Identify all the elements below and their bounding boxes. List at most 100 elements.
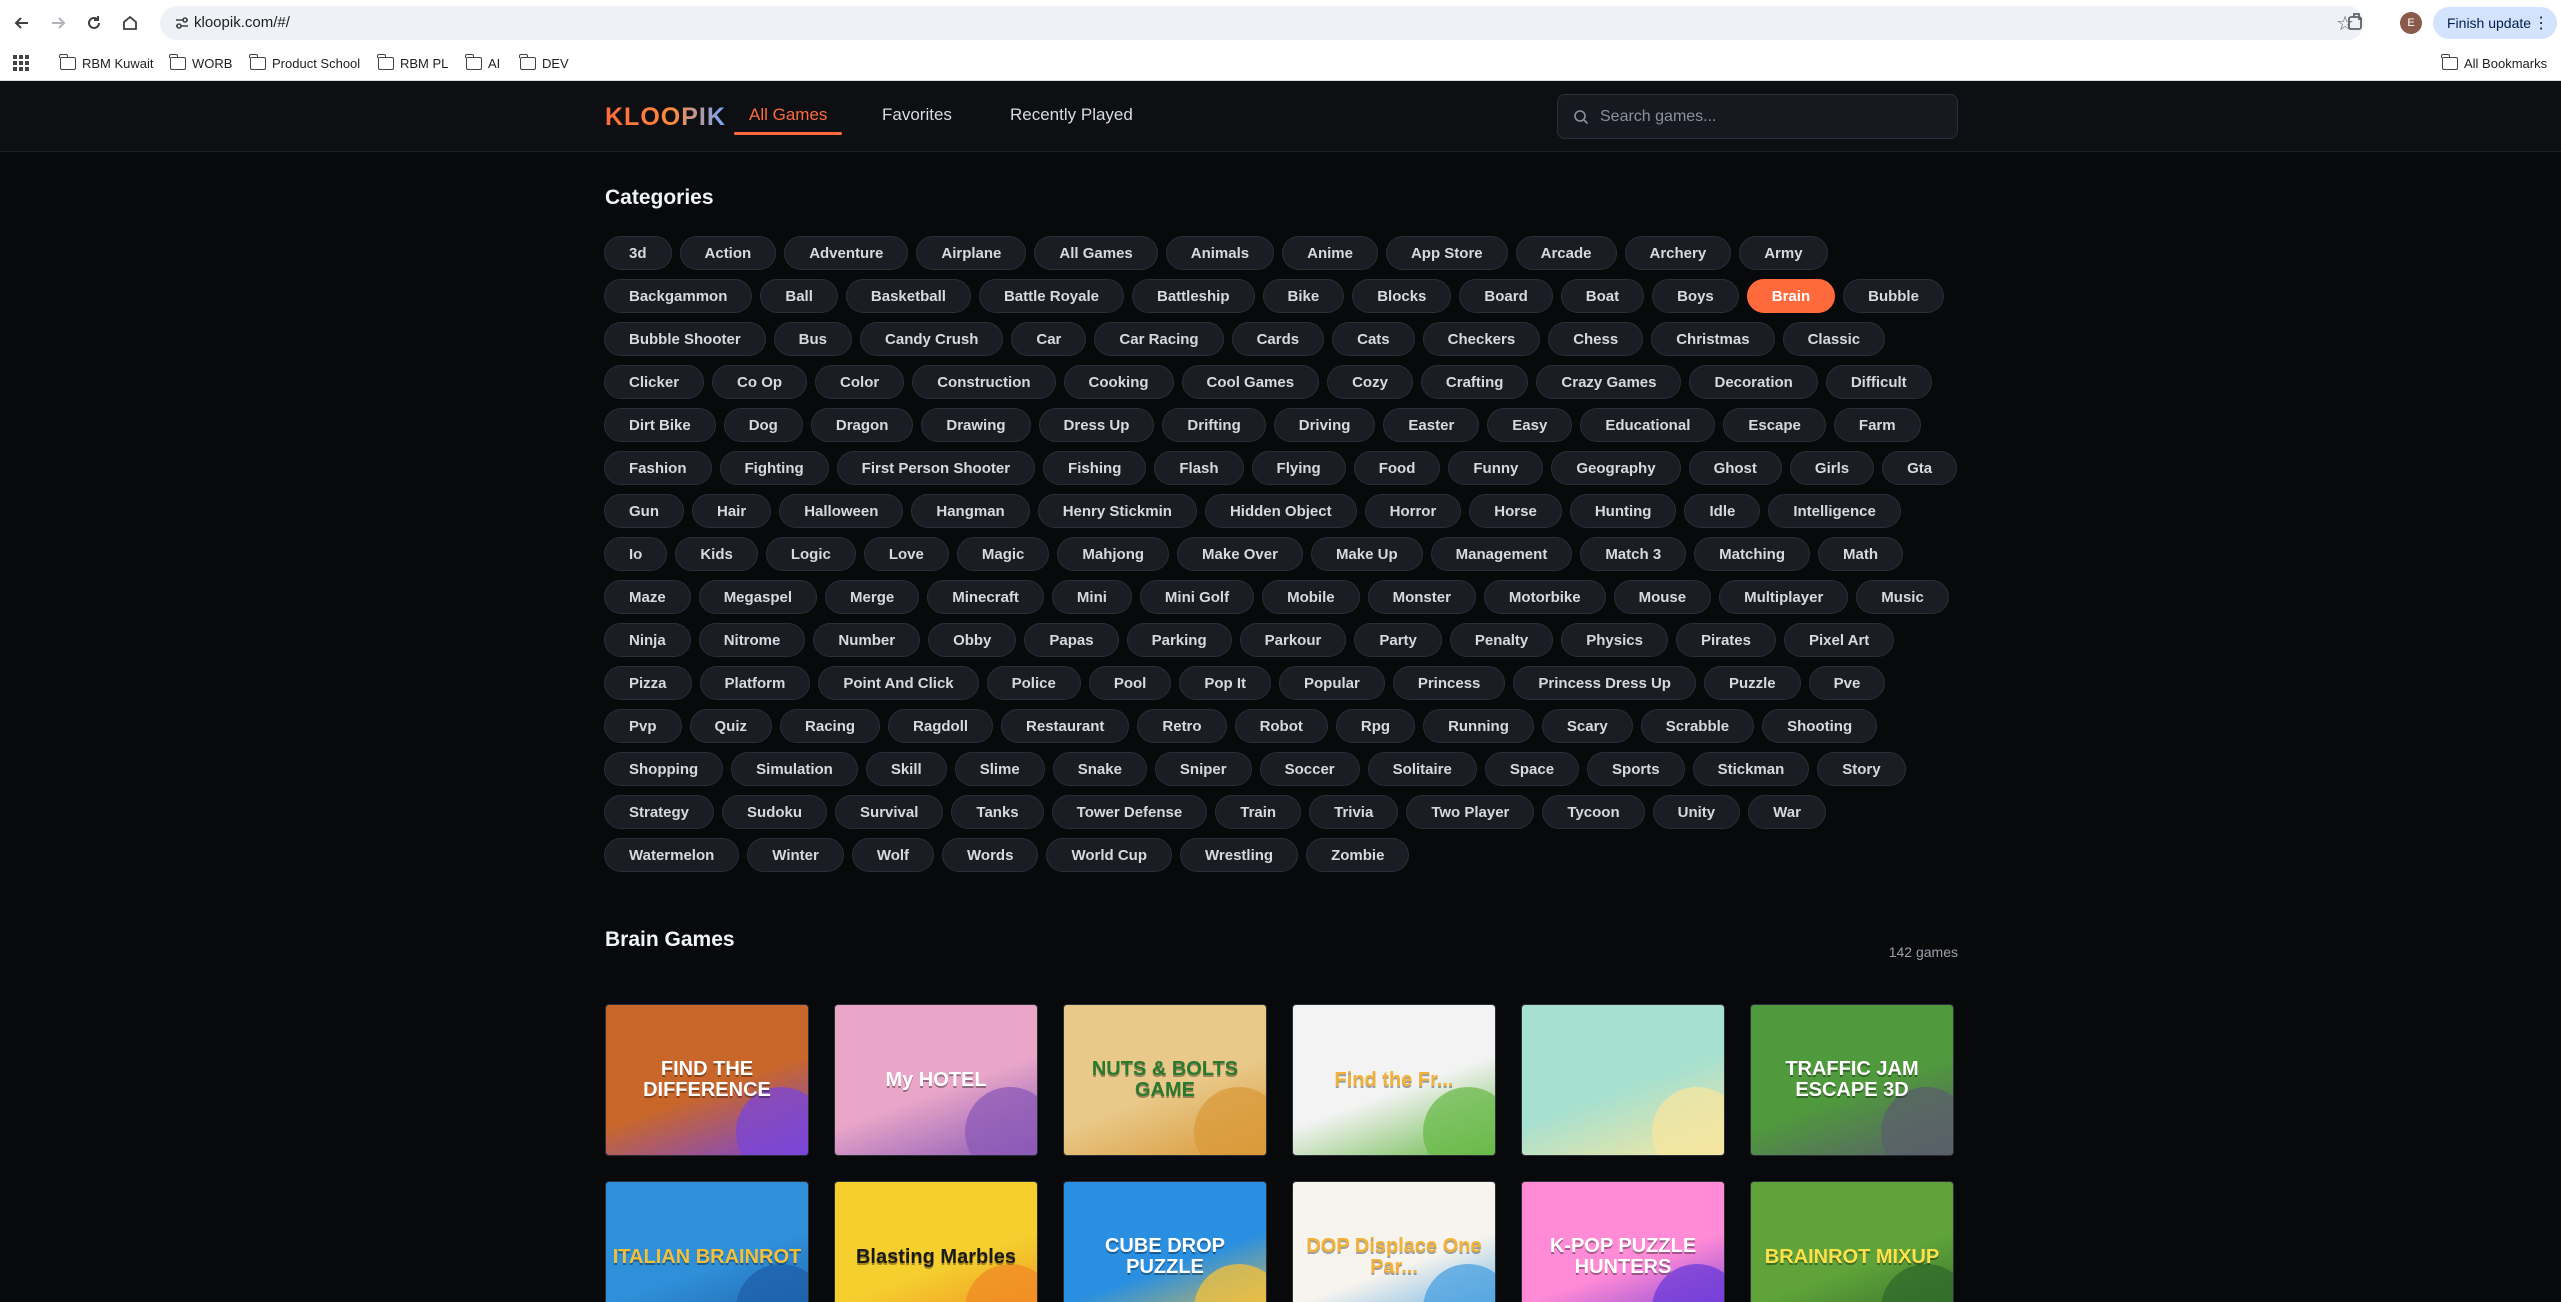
category-chip[interactable]: Chess [1548,322,1644,356]
category-chip[interactable]: Mobile [1262,580,1360,614]
category-chip[interactable]: Skill [865,752,947,786]
category-chip[interactable]: Car [1011,322,1087,356]
category-chip[interactable]: Robot [1234,709,1328,743]
category-chip[interactable]: Shopping [604,752,724,786]
category-chip[interactable]: Anime [1282,236,1378,270]
category-chip[interactable]: Pixel Art [1784,623,1895,657]
category-chip[interactable]: Train [1215,795,1302,829]
category-chip[interactable]: Cards [1231,322,1325,356]
category-chip[interactable]: Tanks [951,795,1044,829]
category-chip[interactable]: Mahjong [1057,537,1170,571]
category-chip[interactable]: World Cup [1046,838,1172,872]
category-chip[interactable]: Funny [1448,451,1544,485]
category-chip[interactable]: Horse [1469,494,1562,528]
category-chip[interactable]: Hangman [911,494,1030,528]
category-chip[interactable]: Survival [835,795,944,829]
category-chip[interactable]: Two Player [1406,795,1535,829]
category-chip[interactable]: Minecraft [927,580,1044,614]
category-chip[interactable]: Geography [1551,451,1681,485]
category-chip[interactable]: Ghost [1688,451,1782,485]
category-chip[interactable]: Penalty [1449,623,1554,657]
game-card[interactable]: TRAFFIC JAM ESCAPE 3D [1750,1004,1954,1156]
category-chip[interactable]: Bubble Shooter [604,322,766,356]
game-card[interactable]: ITALIAN BRAINROT [605,1181,809,1302]
category-chip[interactable]: Restaurant [1001,709,1130,743]
avatar[interactable]: E [2400,12,2422,34]
game-card[interactable]: DOP Displace One Par... [1292,1181,1496,1302]
category-chip[interactable]: Motorbike [1483,580,1606,614]
category-chip[interactable]: Tower Defense [1051,795,1208,829]
category-chip[interactable]: Point And Click [818,666,979,700]
category-chip[interactable]: Management [1430,537,1573,571]
category-chip[interactable]: Io [604,537,668,571]
category-chip[interactable]: Christmas [1651,322,1775,356]
category-chip[interactable]: Dress Up [1038,408,1155,442]
category-chip[interactable]: Party [1354,623,1442,657]
category-chip[interactable]: Dirt Bike [604,408,716,442]
category-chip[interactable]: Pizza [604,666,692,700]
forward-icon[interactable] [45,10,71,36]
category-chip[interactable]: Number [813,623,921,657]
game-card[interactable]: Find the Fr... [1292,1004,1496,1156]
category-chip[interactable]: Construction [912,365,1056,399]
tab-all-games[interactable]: All Games [749,105,827,125]
category-chip[interactable]: Halloween [779,494,904,528]
category-chip[interactable]: Blocks [1352,279,1452,313]
category-chip[interactable]: Sports [1587,752,1685,786]
category-chip[interactable]: Adventure [784,236,909,270]
game-card[interactable]: K-POP PUZZLE HUNTERS [1521,1181,1725,1302]
bookmark-rbm-pl[interactable]: RBM PL [377,53,448,72]
home-icon[interactable] [117,10,143,36]
category-chip[interactable]: Fashion [604,451,712,485]
bookmark-worb[interactable]: WORB [169,53,232,72]
category-chip[interactable]: Girls [1789,451,1875,485]
category-chip[interactable]: Fighting [719,451,829,485]
category-chip[interactable]: Quiz [689,709,773,743]
category-chip[interactable]: Classic [1782,322,1886,356]
category-chip[interactable]: Princess [1392,666,1506,700]
category-chip[interactable]: Backgammon [604,279,753,313]
category-chip[interactable]: Sudoku [722,795,828,829]
category-chip[interactable]: Soccer [1259,752,1360,786]
category-chip[interactable]: Magic [956,537,1050,571]
category-chip[interactable]: Math [1818,537,1904,571]
category-chip[interactable]: Drawing [921,408,1031,442]
category-chip[interactable]: Platform [699,666,811,700]
apps-grid-icon[interactable] [12,54,30,72]
category-chip[interactable]: Archery [1624,236,1732,270]
category-chip[interactable]: Sniper [1154,752,1252,786]
category-chip[interactable]: Escape [1723,408,1826,442]
address-bar[interactable]: kloopik.com/#/ ☆ [160,6,2364,40]
category-chip[interactable]: Candy Crush [860,322,1004,356]
category-chip[interactable]: Arcade [1515,236,1617,270]
category-chip[interactable]: Tycoon [1542,795,1645,829]
category-chip[interactable]: Ball [760,279,838,313]
more-menu-icon[interactable]: ⋮ [2533,13,2549,33]
category-chip[interactable]: Fishing [1043,451,1147,485]
game-card[interactable]: NUTS & BOLTS GAME [1063,1004,1267,1156]
category-chip[interactable]: Intelligence [1768,494,1901,528]
bookmark-ai[interactable]: AI [465,53,500,72]
category-chip[interactable]: Hunting [1569,494,1677,528]
category-chip[interactable]: Trivia [1309,795,1399,829]
category-chip[interactable]: Nitrome [698,623,806,657]
category-chip[interactable]: Henry Stickmin [1037,494,1197,528]
category-chip[interactable]: All Games [1034,236,1158,270]
category-chip[interactable]: Army [1739,236,1828,270]
search-box[interactable] [1557,94,1958,139]
back-icon[interactable] [9,10,35,36]
tab-favorites[interactable]: Favorites [882,105,952,125]
category-chip[interactable]: Co Op [712,365,808,399]
category-chip[interactable]: Pirates [1675,623,1776,657]
category-chip[interactable]: First Person Shooter [836,451,1036,485]
category-chip[interactable]: Dog [723,408,803,442]
category-chip[interactable]: Stickman [1692,752,1810,786]
category-chip[interactable]: Make Over [1177,537,1303,571]
category-chip[interactable]: Scrabble [1640,709,1755,743]
category-chip[interactable]: Puzzle [1703,666,1801,700]
category-chip[interactable]: Gun [604,494,684,528]
category-chip[interactable]: Make Up [1310,537,1423,571]
category-chip[interactable]: Educational [1580,408,1716,442]
category-chip[interactable]: Physics [1561,623,1668,657]
category-chip[interactable]: Easy [1487,408,1573,442]
